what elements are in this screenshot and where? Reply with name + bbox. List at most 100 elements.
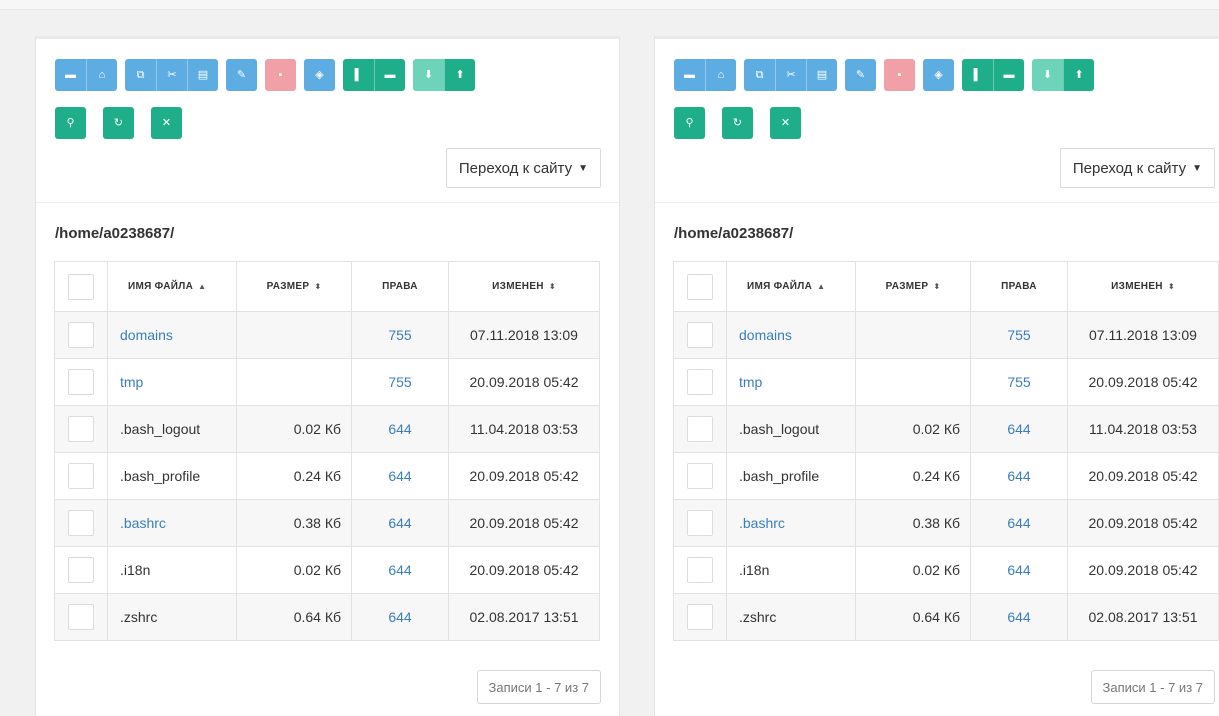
- select-all-checkbox[interactable]: [687, 273, 713, 300]
- permissions-link[interactable]: 644: [1007, 421, 1030, 437]
- table-row[interactable]: domains 755 07.11.2018 13:09: [54, 311, 600, 359]
- hdd-button[interactable]: ⌂: [705, 59, 736, 91]
- hard-drive-button[interactable]: ▬: [674, 59, 705, 91]
- new-folder-button[interactable]: ▬: [374, 59, 405, 91]
- upload-button[interactable]: ⬆: [444, 59, 475, 91]
- table-row[interactable]: tmp 755 20.09.2018 05:42: [54, 358, 600, 406]
- table-row[interactable]: domains 755 07.11.2018 13:09: [673, 311, 1219, 359]
- column-header-size[interactable]: РАЗМЕР ⬍: [855, 261, 971, 312]
- scissors-button[interactable]: ✂: [156, 59, 187, 91]
- permissions-link[interactable]: 644: [388, 562, 411, 578]
- file-name-link[interactable]: .bashrc: [739, 515, 785, 531]
- table-row[interactable]: .zshrc 0.64 Кб 644 02.08.2017 13:51: [673, 593, 1219, 641]
- table-row[interactable]: .bash_logout 0.02 Кб 644 11.04.2018 03:53: [54, 405, 600, 453]
- modified-date: 20.09.2018 05:42: [1067, 452, 1219, 500]
- column-header-label: ИМЯ ФАЙЛА: [747, 281, 813, 292]
- table-row[interactable]: .bashrc 0.38 Кб 644 20.09.2018 05:42: [673, 499, 1219, 547]
- column-header-modified[interactable]: ИЗМЕНЕН ⬍: [1067, 261, 1219, 312]
- copy-button[interactable]: ⧉: [125, 59, 156, 91]
- hdd-button[interactable]: ⌂: [86, 59, 117, 91]
- permissions-cell: 644: [351, 405, 449, 453]
- row-checkbox[interactable]: [687, 510, 713, 536]
- permissions-link[interactable]: 644: [388, 468, 411, 484]
- permissions-link[interactable]: 755: [1007, 374, 1030, 390]
- row-checkbox[interactable]: [687, 557, 713, 583]
- download-button[interactable]: ⬇: [1032, 59, 1063, 91]
- table-row[interactable]: tmp 755 20.09.2018 05:42: [673, 358, 1219, 406]
- scissors-button[interactable]: ✂: [775, 59, 806, 91]
- column-header-name[interactable]: ИМЯ ФАЙЛА ▲: [726, 261, 856, 312]
- file-name-cell: .bashrc: [107, 499, 237, 547]
- file-name-link[interactable]: tmp: [739, 374, 762, 390]
- permissions-link[interactable]: 644: [1007, 468, 1030, 484]
- row-checkbox[interactable]: [687, 322, 713, 348]
- row-checkbox[interactable]: [68, 463, 94, 489]
- upload-button[interactable]: ⬆: [1063, 59, 1094, 91]
- file-name-cell: .i18n: [107, 546, 237, 594]
- file-name-link[interactable]: .bashrc: [120, 515, 166, 531]
- row-checkbox[interactable]: [687, 416, 713, 442]
- site-dropdown[interactable]: Переход к сайту ▼: [1059, 148, 1215, 188]
- pencil-button[interactable]: ✎: [226, 59, 257, 91]
- sort-icon: ⬍: [314, 282, 322, 291]
- row-checkbox[interactable]: [68, 322, 94, 348]
- permissions-link[interactable]: 644: [1007, 515, 1030, 531]
- hard-drive-button[interactable]: ▬: [55, 59, 86, 91]
- row-checkbox[interactable]: [687, 604, 713, 630]
- fullscreen-button[interactable]: ✕: [770, 107, 801, 139]
- permissions-link[interactable]: 644: [1007, 562, 1030, 578]
- permissions-link[interactable]: 644: [388, 609, 411, 625]
- table-row[interactable]: .bash_profile 0.24 Кб 644 20.09.2018 05:42: [673, 452, 1219, 500]
- permissions-link[interactable]: 644: [388, 515, 411, 531]
- row-checkbox[interactable]: [68, 510, 94, 536]
- column-header-name[interactable]: ИМЯ ФАЙЛА ▲: [107, 261, 237, 312]
- modified-date: 20.09.2018 05:42: [448, 452, 600, 500]
- refresh-button[interactable]: ↻: [103, 107, 134, 139]
- row-checkbox[interactable]: [68, 416, 94, 442]
- download-button[interactable]: ⬇: [413, 59, 444, 91]
- row-checkbox[interactable]: [68, 369, 94, 395]
- search-button[interactable]: ⚲: [55, 107, 86, 139]
- table-row[interactable]: .bash_logout 0.02 Кб 644 11.04.2018 03:53: [673, 405, 1219, 453]
- permissions-link[interactable]: 644: [388, 421, 411, 437]
- row-checkbox[interactable]: [68, 557, 94, 583]
- refresh-icon: ↻: [113, 116, 124, 129]
- table-row[interactable]: .zshrc 0.64 Кб 644 02.08.2017 13:51: [54, 593, 600, 641]
- new-file-button[interactable]: ▌: [343, 59, 374, 91]
- search-button[interactable]: ⚲: [674, 107, 705, 139]
- column-header-modified[interactable]: ИЗМЕНЕН ⬍: [448, 261, 600, 312]
- pencil-button[interactable]: ✎: [845, 59, 876, 91]
- file-name-link[interactable]: tmp: [120, 374, 143, 390]
- new-folder-button[interactable]: ▬: [993, 59, 1024, 91]
- toolbar-group: ◈: [923, 59, 954, 91]
- table-row[interactable]: .i18n 0.02 Кб 644 20.09.2018 05:42: [673, 546, 1219, 594]
- new-file-button[interactable]: ▌: [962, 59, 993, 91]
- sort-asc-icon: ▲: [817, 282, 826, 291]
- table-row[interactable]: .bashrc 0.38 Кб 644 20.09.2018 05:42: [54, 499, 600, 547]
- file-name-link[interactable]: domains: [120, 327, 173, 343]
- paste-button[interactable]: ▤: [187, 59, 218, 91]
- select-all-checkbox[interactable]: [68, 273, 94, 300]
- site-dropdown[interactable]: Переход к сайту ▼: [445, 148, 601, 188]
- row-checkbox[interactable]: [68, 604, 94, 630]
- permissions-link[interactable]: 644: [1007, 609, 1030, 625]
- row-checkbox[interactable]: [687, 369, 713, 395]
- paste-button[interactable]: ▤: [806, 59, 837, 91]
- fullscreen-button[interactable]: ✕: [151, 107, 182, 139]
- permissions-link[interactable]: 755: [388, 327, 411, 343]
- trash-button[interactable]: ▪: [265, 59, 296, 91]
- shield-button[interactable]: ◈: [923, 59, 954, 91]
- column-header-size[interactable]: РАЗМЕР ⬍: [236, 261, 352, 312]
- trash-button[interactable]: ▪: [884, 59, 915, 91]
- file-size: 0.64 Кб: [855, 593, 971, 641]
- paste-icon: ▤: [197, 68, 209, 81]
- refresh-button[interactable]: ↻: [722, 107, 753, 139]
- shield-button[interactable]: ◈: [304, 59, 335, 91]
- permissions-link[interactable]: 755: [1007, 327, 1030, 343]
- permissions-link[interactable]: 755: [388, 374, 411, 390]
- copy-button[interactable]: ⧉: [744, 59, 775, 91]
- table-row[interactable]: .bash_profile 0.24 Кб 644 20.09.2018 05:42: [54, 452, 600, 500]
- file-name-link[interactable]: domains: [739, 327, 792, 343]
- table-row[interactable]: .i18n 0.02 Кб 644 20.09.2018 05:42: [54, 546, 600, 594]
- row-checkbox[interactable]: [687, 463, 713, 489]
